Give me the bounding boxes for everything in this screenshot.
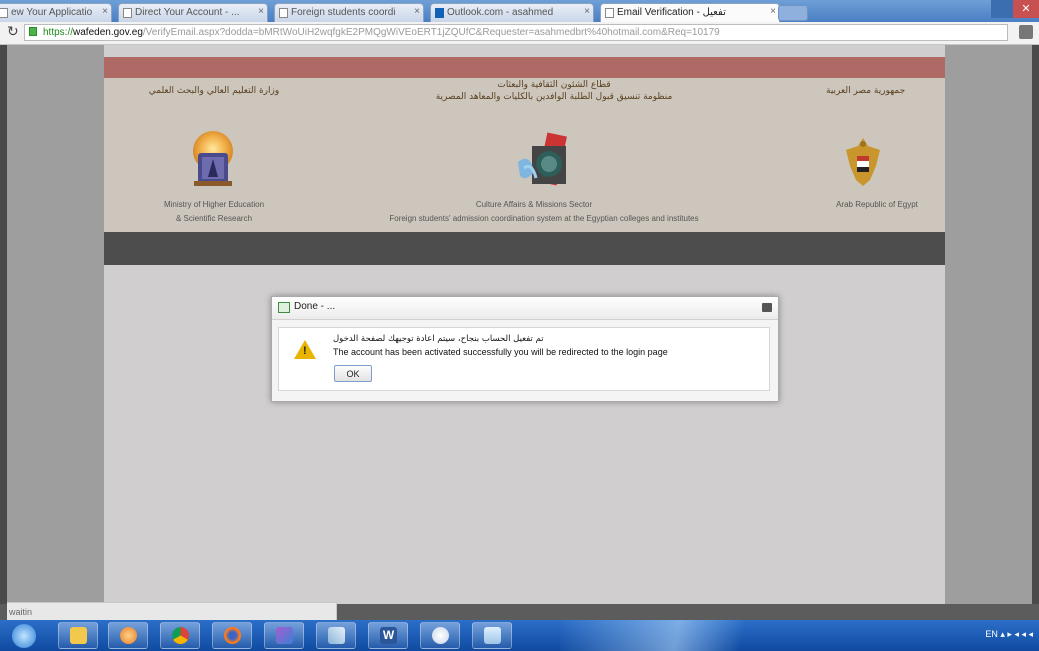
- page-right-margin: [945, 45, 1032, 604]
- pen-icon: [328, 627, 345, 644]
- dialog-body: ! تم تفعيل الحساب بنجاح، سيتم اعادة توجي…: [278, 327, 770, 391]
- address-bar[interactable]: https://wafeden.gov.eg/VerifyEmail.aspx?…: [24, 24, 1008, 41]
- tab-label: Direct Your Account - ...: [135, 7, 240, 18]
- site-title-egypt-en: Arab Republic of Egypt: [836, 200, 918, 209]
- window-controls: ✕: [991, 0, 1039, 18]
- egypt-eagle-emblem: [846, 138, 880, 186]
- tab-label: Foreign students coordi: [291, 7, 396, 18]
- system-tray[interactable]: EN ▴ ▸ ◂ ◂ ◂: [985, 629, 1033, 640]
- windows-taskbar: W EN ▴ ▸ ◂ ◂ ◂: [0, 620, 1039, 651]
- close-tab-icon[interactable]: ×: [102, 6, 108, 17]
- taskbar-word[interactable]: W: [368, 622, 408, 649]
- url-host: wafeden.gov.eg: [73, 27, 143, 38]
- dialog-title: Done - ...: [294, 301, 336, 312]
- site-title-egypt-ar: جمهورية مصر العربية: [826, 86, 906, 96]
- browser-tab-active[interactable]: Email Verification - تفعيل ×: [600, 3, 780, 22]
- lock-icon: [29, 27, 37, 36]
- new-tab-button[interactable]: [778, 5, 808, 21]
- media-player-icon: [120, 627, 137, 644]
- start-orb-icon: [12, 624, 36, 648]
- messenger-icon: [276, 627, 293, 644]
- taskbar-explorer[interactable]: [58, 622, 98, 649]
- firefox-icon: [224, 627, 241, 644]
- chrome-icon: [172, 627, 189, 644]
- taskbar-media-player[interactable]: [108, 622, 148, 649]
- site-title-ministry-en-2: & Scientific Research: [175, 214, 253, 223]
- dialog-titlebar[interactable]: Done - ...: [272, 297, 778, 320]
- site-title-ministry-en-1: Ministry of Higher Education: [163, 200, 265, 209]
- dialog-message-ar: تم تفعيل الحساب بنجاح، سيتم اعادة توجيهك…: [333, 334, 544, 344]
- dialog-message-en: The account has been activated successfu…: [333, 347, 668, 357]
- browser-tab[interactable]: Direct Your Account - ... ×: [118, 3, 268, 22]
- ministry-logo: [193, 131, 233, 186]
- window-frame-left: [0, 45, 7, 604]
- taskbar-firefox[interactable]: [212, 622, 252, 649]
- browser-tab[interactable]: Outlook.com - asahmed ×: [430, 3, 594, 22]
- browser-toolbar: ↻ https://wafeden.gov.eg/VerifyEmail.asp…: [0, 22, 1039, 45]
- page-icon: [123, 8, 132, 18]
- warning-exclamation: !: [303, 345, 307, 357]
- browser-tab[interactable]: Foreign students coordi ×: [274, 3, 424, 22]
- web-page: جمهورية مصر العربية قطاع الشئون الثقافية…: [7, 45, 1032, 604]
- site-title-sector-en: Culture Affairs & Missions Sector: [475, 200, 593, 209]
- site-title-system-ar: منظومة تنسيق قبول الطلبة الوافدين بالكلي…: [435, 92, 673, 102]
- taskbar-paint[interactable]: [420, 622, 460, 649]
- close-tab-icon[interactable]: ×: [770, 6, 776, 17]
- browser-tab[interactable]: ew Your Applicatio ×: [0, 3, 112, 22]
- site-title-system-en: Foreign students' admission coordination…: [389, 214, 699, 223]
- network-drive-icon: [484, 627, 501, 644]
- close-tab-icon[interactable]: ×: [258, 6, 264, 17]
- site-header: جمهورية مصر العربية قطاع الشئون الثقافية…: [104, 78, 945, 232]
- window-close-button[interactable]: ✕: [1013, 0, 1039, 18]
- reload-icon[interactable]: ↻: [7, 24, 19, 40]
- header-nav-band: [104, 232, 945, 265]
- tab-label: ew Your Applicatio: [11, 7, 93, 18]
- taskbar-glare: [560, 620, 820, 651]
- page-left-margin: [7, 45, 104, 604]
- culture-affairs-logo: [518, 132, 567, 186]
- alert-dialog: Done - ... ! تم تفعيل الحساب بنجاح، سيتم…: [271, 296, 779, 402]
- start-button[interactable]: [6, 622, 46, 649]
- taskbar-messenger[interactable]: [264, 622, 304, 649]
- browser-tab-strip: ew Your Applicatio × Direct Your Account…: [0, 0, 1039, 22]
- word-icon: W: [380, 627, 397, 644]
- page-icon: [605, 8, 614, 18]
- site-title-sector-ar: قطاع الشئون الثقافية والبعثات: [497, 80, 611, 90]
- url-path: /VerifyEmail.aspx?dodda=bMRtWoUiH2wqfgkE…: [142, 27, 720, 38]
- site-title-ministry-ar: وزارة التعليم العالي والبحث العلمي: [148, 86, 280, 96]
- paint-icon: [432, 627, 449, 644]
- file-explorer-icon: [70, 627, 87, 644]
- browser-status-bar: waitin: [7, 602, 337, 620]
- dialog-app-icon: [278, 302, 290, 313]
- ok-button[interactable]: OK: [334, 365, 372, 382]
- taskbar-pen-app[interactable]: [316, 622, 356, 649]
- tab-label: Email Verification - تفعيل: [617, 7, 726, 18]
- extension-icon[interactable]: [1019, 25, 1033, 39]
- close-tab-icon[interactable]: ×: [414, 6, 420, 17]
- close-tab-icon[interactable]: ×: [584, 6, 590, 17]
- header-top-band: [104, 57, 945, 78]
- url-scheme: https://: [43, 27, 74, 38]
- dialog-close-icon[interactable]: [762, 303, 772, 312]
- taskbar-chrome[interactable]: [160, 622, 200, 649]
- tab-label: Outlook.com - asahmed: [447, 7, 554, 18]
- page-icon: [279, 8, 288, 18]
- window-frame-right: [1032, 45, 1039, 604]
- taskbar-network-drive[interactable]: [472, 622, 512, 649]
- outlook-icon: [435, 8, 444, 18]
- page-icon: [0, 8, 8, 18]
